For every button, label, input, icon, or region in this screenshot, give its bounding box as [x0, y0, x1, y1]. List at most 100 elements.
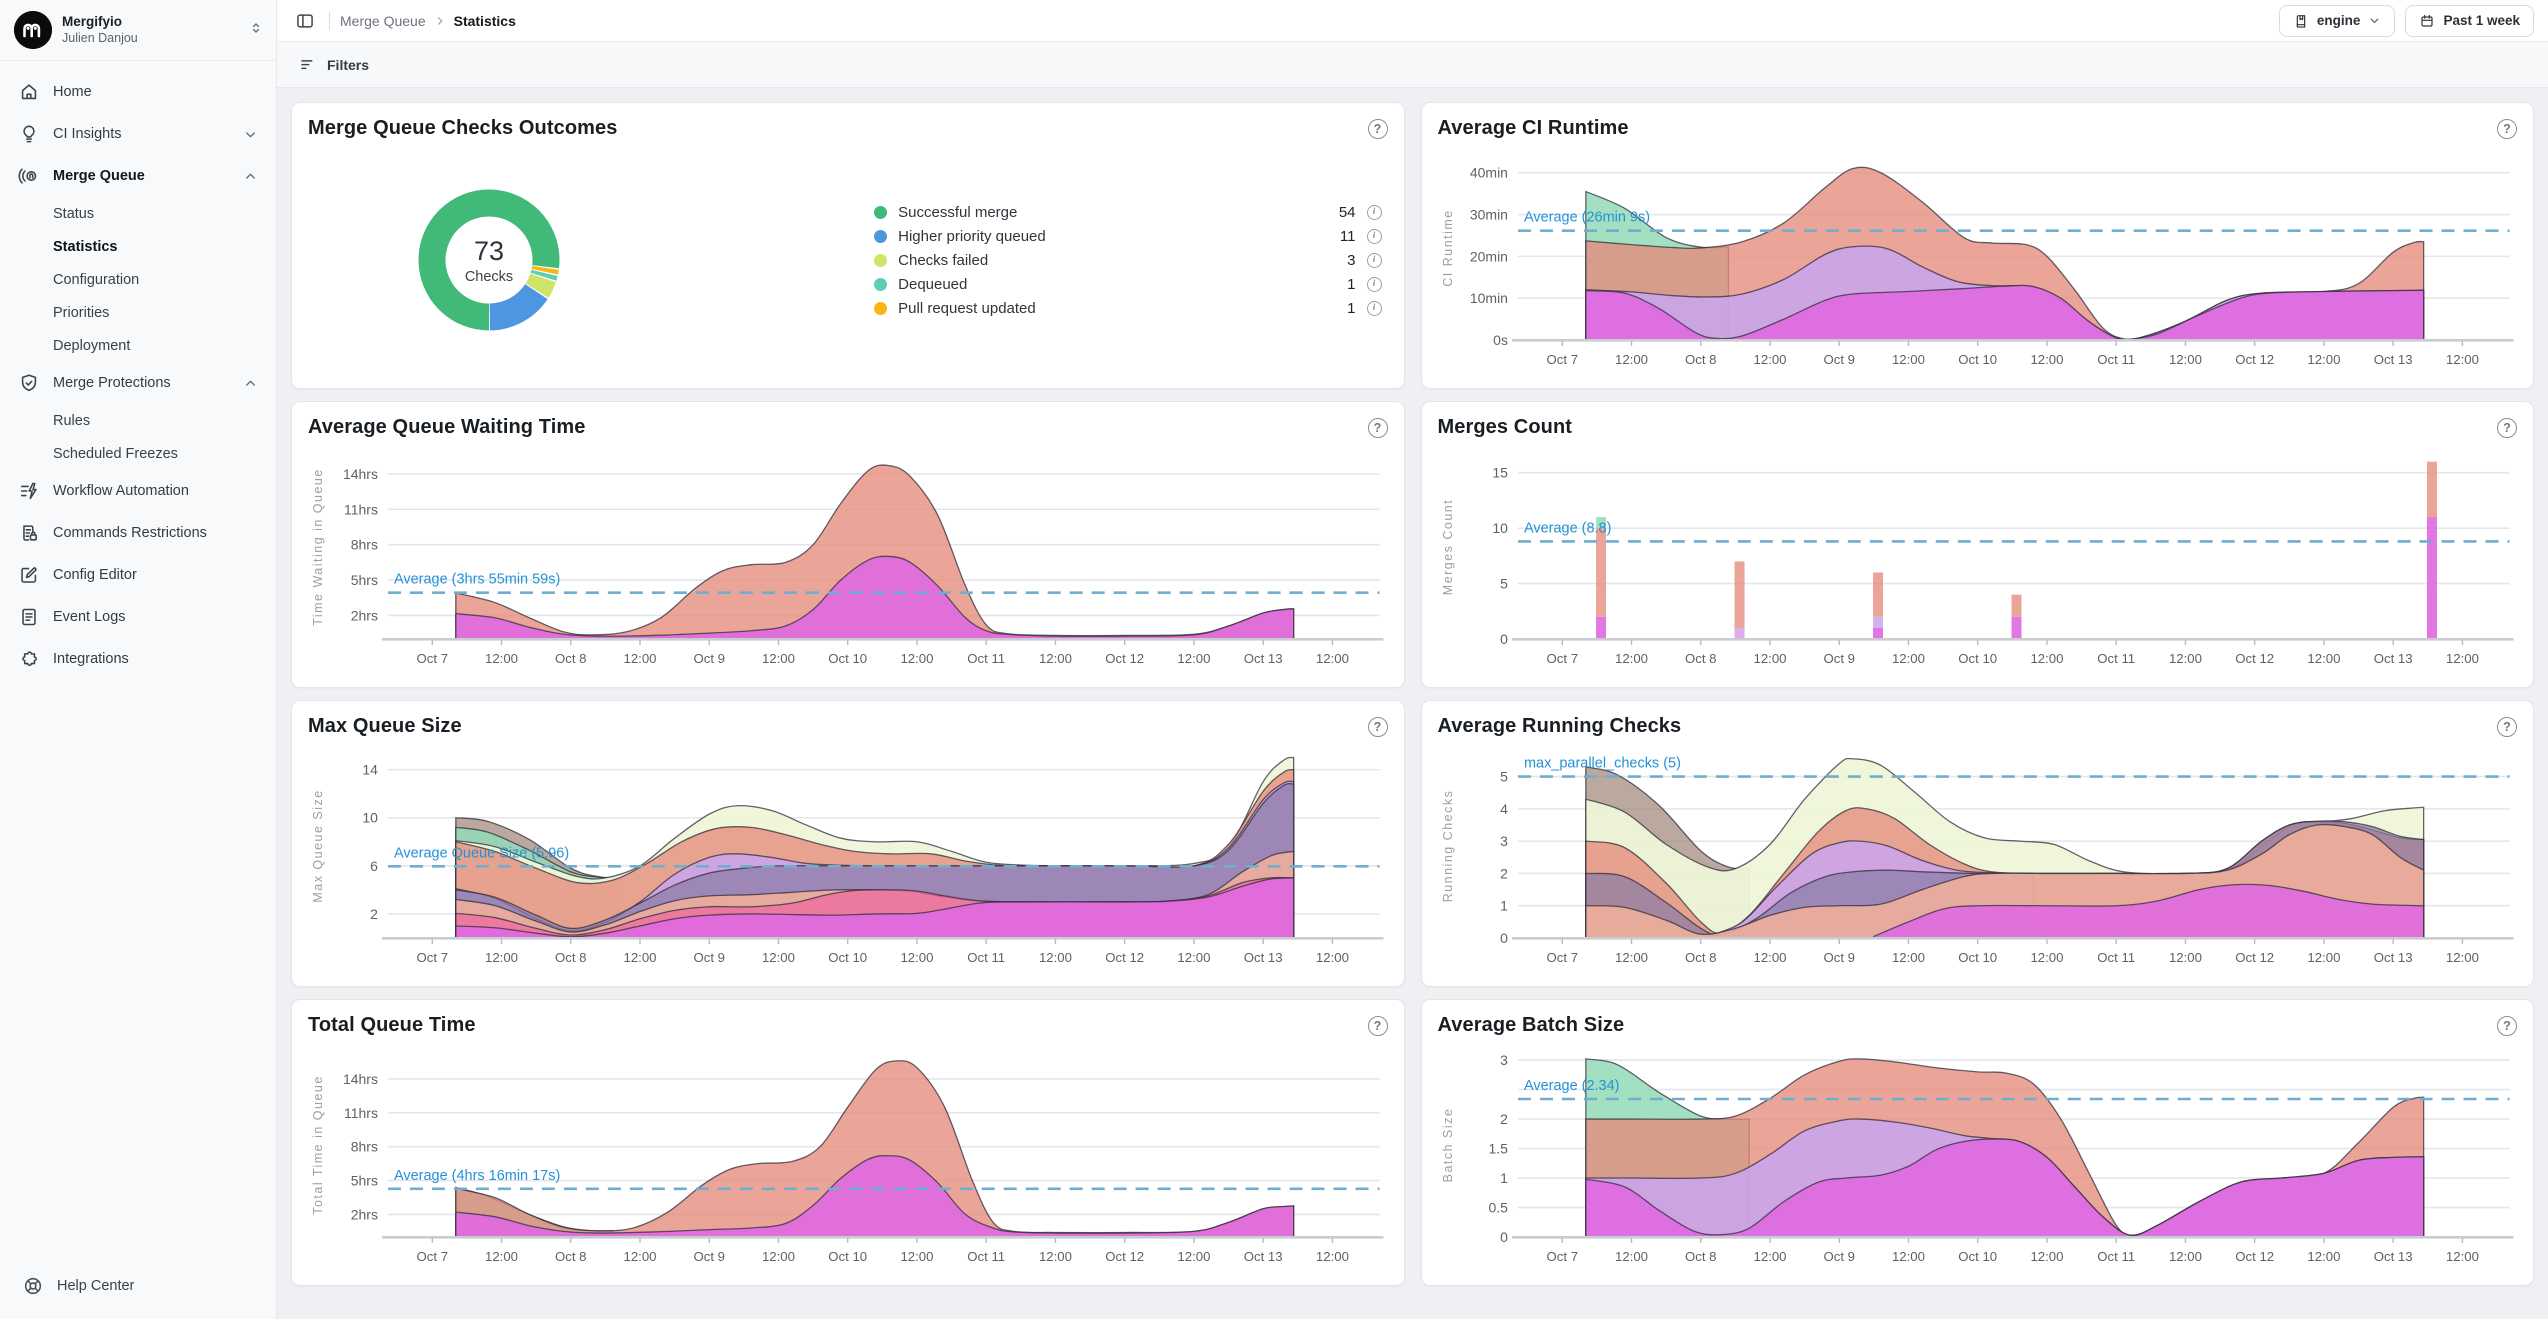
svg-text:Oct 7: Oct 7 — [1546, 1249, 1578, 1264]
donut-total: 73 — [474, 236, 504, 267]
help-icon[interactable]: ? — [2497, 119, 2517, 139]
bar-segment — [2011, 617, 2021, 639]
checks-outcomes-donut: 73 Checks — [404, 175, 574, 345]
svg-text:Oct 7: Oct 7 — [417, 651, 449, 666]
legend-row-dequeued: Dequeued1i — [874, 276, 1381, 293]
svg-text:8hrs: 8hrs — [351, 537, 378, 553]
svg-text:1: 1 — [1500, 1170, 1508, 1186]
svg-text:12:00: 12:00 — [485, 950, 518, 965]
card-average-ci-runtime: Average CI Runtime ? 0s10min20min30min40… — [1421, 102, 2535, 389]
filters-button[interactable]: Filters — [327, 57, 369, 73]
svg-text:12:00: 12:00 — [485, 1249, 518, 1264]
help-center-link[interactable]: Help Center — [22, 1275, 258, 1297]
svg-text:Oct 12: Oct 12 — [2235, 651, 2274, 666]
average-label: Average (8.8) — [1523, 520, 1610, 536]
sidebar-item-config-editor[interactable]: Config Editor — [8, 554, 268, 596]
help-icon[interactable]: ? — [1368, 418, 1388, 438]
legend-value: 3 — [1347, 252, 1355, 269]
sidebar-item-ci-insights[interactable]: CI Insights — [8, 113, 268, 155]
svg-text:11hrs: 11hrs — [344, 1105, 378, 1121]
info-icon[interactable]: i — [1367, 301, 1382, 316]
org-selector-icon[interactable] — [248, 20, 264, 41]
legend-dot — [874, 254, 887, 267]
svg-text:Oct 8: Oct 8 — [555, 950, 587, 965]
sidebar-item-home[interactable]: Home — [8, 71, 268, 113]
svg-text:12:00: 12:00 — [2445, 1249, 2478, 1264]
card-title: Merges Count — [1438, 416, 1573, 439]
sidebar-item-label: Integrations — [53, 651, 258, 667]
bar-segment — [1873, 572, 1883, 616]
sidebar-toggle-icon[interactable] — [291, 7, 319, 35]
svg-text:3: 3 — [1500, 833, 1508, 849]
chevron-up-icon — [243, 169, 258, 184]
svg-text:12:00: 12:00 — [1615, 950, 1648, 965]
svg-text:5: 5 — [1500, 769, 1508, 785]
sidebar-item-status[interactable]: Status — [8, 197, 268, 230]
bar-segment — [2426, 517, 2436, 639]
sidebar-item-priorities[interactable]: Priorities — [8, 296, 268, 329]
svg-text:12:00: 12:00 — [2307, 950, 2340, 965]
svg-text:12:00: 12:00 — [2307, 1249, 2340, 1264]
svg-text:Oct 8: Oct 8 — [1685, 651, 1717, 666]
org-name: Mergifyio — [62, 14, 238, 31]
help-icon[interactable]: ? — [2497, 1016, 2517, 1036]
svg-text:12:00: 12:00 — [1891, 1249, 1924, 1264]
sidebar-item-label: Event Logs — [53, 609, 258, 625]
sidebar-item-integrations[interactable]: Integrations — [8, 638, 268, 680]
svg-text:Oct 13: Oct 13 — [2373, 651, 2412, 666]
sidebar-item-merge-queue[interactable]: Merge Queue — [8, 155, 268, 197]
help-icon[interactable]: ? — [2497, 418, 2517, 438]
sidebar-item-event-logs[interactable]: Event Logs — [8, 596, 268, 638]
dashboard-grid: Merge Queue Checks Outcomes ? 73 Checks … — [277, 88, 2548, 1319]
legend-row-checks-failed: Checks failed3i — [874, 252, 1381, 269]
sidebar-item-configuration[interactable]: Configuration — [8, 263, 268, 296]
sidebar-item-deployment[interactable]: Deployment — [8, 329, 268, 362]
repository-select[interactable]: engine — [2279, 5, 2396, 37]
average-label: Average (4hrs 16min 17s) — [394, 1168, 560, 1184]
svg-text:12:00: 12:00 — [1891, 651, 1924, 666]
svg-text:Oct 9: Oct 9 — [693, 651, 725, 666]
svg-text:Oct 10: Oct 10 — [1958, 1249, 1997, 1264]
breadcrumb-parent[interactable]: Merge Queue — [340, 13, 426, 29]
svg-text:6: 6 — [370, 858, 378, 874]
help-icon[interactable]: ? — [1368, 119, 1388, 139]
svg-text:0: 0 — [1500, 930, 1508, 946]
svg-text:12:00: 12:00 — [2030, 352, 2063, 367]
svg-text:1: 1 — [1500, 898, 1508, 914]
sidebar-item-commands-restrictions[interactable]: Commands Restrictions — [8, 512, 268, 554]
info-icon[interactable]: i — [1367, 277, 1382, 292]
sidebar-item-statistics[interactable]: Statistics — [8, 230, 268, 263]
svg-text:14hrs: 14hrs — [343, 466, 378, 482]
card-title: Merge Queue Checks Outcomes — [308, 117, 617, 140]
help-icon[interactable]: ? — [1368, 717, 1388, 737]
sidebar-item-rules[interactable]: Rules — [8, 404, 268, 437]
info-icon[interactable]: i — [1367, 253, 1382, 268]
svg-text:5hrs: 5hrs — [351, 1173, 378, 1189]
help-icon[interactable]: ? — [2497, 717, 2517, 737]
sidebar-item-label: Merge Protections — [53, 375, 230, 391]
time-range-button[interactable]: Past 1 week — [2405, 5, 2534, 37]
card-average-running-checks: Average Running Checks ? 012345Oct 712:0… — [1421, 700, 2535, 987]
bar-segment — [1873, 628, 1883, 639]
svg-text:12:00: 12:00 — [1753, 950, 1786, 965]
sidebar-item-workflow-automation[interactable]: Workflow Automation — [8, 470, 268, 512]
info-icon[interactable]: i — [1367, 229, 1382, 244]
merges-count-chart: 051015Oct 712:00Oct 812:00Oct 912:00Oct … — [1438, 443, 2518, 675]
svg-text:12:00: 12:00 — [1316, 950, 1349, 965]
sidebar-item-merge-protections[interactable]: Merge Protections — [8, 362, 268, 404]
svg-text:12:00: 12:00 — [1177, 651, 1210, 666]
svg-text:12:00: 12:00 — [762, 950, 795, 965]
svg-text:Oct 12: Oct 12 — [2235, 950, 2274, 965]
total-queue-time-chart: 2hrs5hrs8hrs11hrs14hrsOct 712:00Oct 812:… — [308, 1041, 1388, 1273]
org-switcher[interactable]: Mergifyio Julien Danjou — [0, 0, 276, 61]
sidebar-item-scheduled-freezes[interactable]: Scheduled Freezes — [8, 437, 268, 470]
svg-text:Oct 13: Oct 13 — [1244, 950, 1283, 965]
card-average-batch-size: Average Batch Size ? 00.511.523Oct 712:0… — [1421, 999, 2535, 1286]
help-icon[interactable]: ? — [1368, 1016, 1388, 1036]
chevron-right-icon — [434, 15, 446, 27]
svg-text:Oct 10: Oct 10 — [828, 1249, 867, 1264]
svg-text:12:00: 12:00 — [2445, 352, 2478, 367]
info-icon[interactable]: i — [1367, 205, 1382, 220]
svg-text:Oct 10: Oct 10 — [828, 651, 867, 666]
svg-text:5hrs: 5hrs — [351, 572, 378, 588]
